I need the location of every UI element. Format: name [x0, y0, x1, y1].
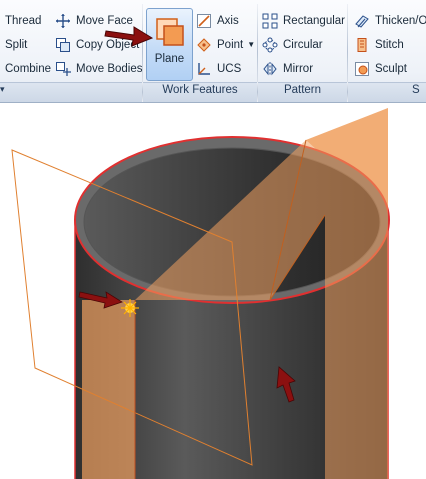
- stitch-label: Stitch: [375, 38, 404, 51]
- move-bodies-label: Move Bodies: [76, 62, 143, 75]
- plane-label: Plane: [154, 53, 185, 65]
- work-plane-cut-face[interactable]: [82, 300, 135, 479]
- stitch-button[interactable]: Stitch: [354, 34, 404, 55]
- thread-button[interactable]: Thread: [5, 10, 41, 31]
- thicken-button[interactable]: Thicken/Of: [354, 10, 426, 31]
- point-label: Point: [217, 38, 244, 51]
- pattern-panel-label: Pattern: [283, 84, 322, 96]
- point-icon: [196, 37, 212, 53]
- move-bodies-icon: [55, 61, 71, 77]
- ucs-button[interactable]: UCS: [196, 58, 241, 79]
- rectangular-label: Rectangular: [283, 14, 346, 27]
- split-button[interactable]: Split: [5, 34, 27, 55]
- ribbon: Thread Split Combine Move Face Copy Obje…: [0, 0, 426, 103]
- axis-label: Axis: [217, 14, 239, 27]
- sculpt-label: Sculpt: [375, 62, 407, 75]
- 3d-viewport[interactable]: [0, 103, 426, 479]
- split-label: Split: [5, 38, 28, 51]
- point-button[interactable]: Point ▼: [196, 34, 255, 55]
- move-face-icon: [55, 13, 71, 29]
- circular-pattern-button[interactable]: Circular: [262, 34, 323, 55]
- combine-button[interactable]: Combine: [5, 58, 51, 79]
- ucs-label: UCS: [217, 62, 242, 75]
- combine-label: Combine: [5, 62, 52, 75]
- sculpt-icon: [354, 61, 370, 77]
- thicken-label: Thicken/Of: [375, 14, 426, 27]
- plane-icon: [154, 16, 186, 48]
- rectangular-pattern-icon: [262, 13, 278, 29]
- circular-label: Circular: [283, 38, 323, 51]
- mirror-icon: [262, 61, 278, 77]
- work-features-panel-label: Work Features: [162, 84, 238, 96]
- pointer-arrow-plane: [104, 26, 154, 47]
- surface-panel-label: S: [412, 84, 420, 96]
- rectangular-pattern-button[interactable]: Rectangular: [262, 10, 345, 31]
- mirror-label: Mirror: [283, 62, 314, 75]
- ucs-icon: [196, 61, 212, 77]
- thicken-icon: [354, 13, 370, 29]
- sculpt-button[interactable]: Sculpt: [354, 58, 407, 79]
- axis-icon: [196, 13, 212, 29]
- panel-dropdown-icon[interactable]: ▾: [0, 84, 5, 95]
- axis-button[interactable]: Axis: [196, 10, 239, 31]
- thread-label: Thread: [5, 14, 42, 27]
- circular-pattern-icon: [262, 37, 278, 53]
- point-dropdown-icon[interactable]: ▼: [247, 40, 255, 49]
- move-bodies-button[interactable]: Move Bodies: [55, 58, 142, 79]
- separator: [347, 82, 348, 102]
- copy-object-icon: [55, 37, 71, 53]
- stitch-icon: [354, 37, 370, 53]
- mirror-button[interactable]: Mirror: [262, 58, 313, 79]
